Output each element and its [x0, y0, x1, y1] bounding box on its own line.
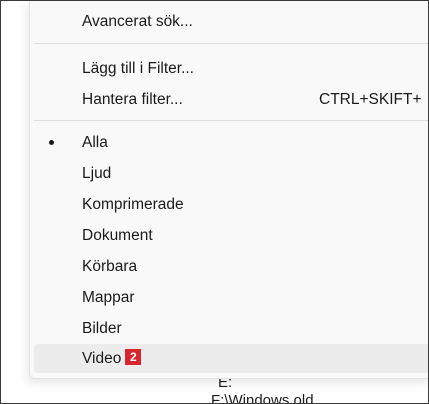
menu-item-label: Hantera filter...: [82, 91, 183, 108]
menu-item-manage-filters[interactable]: Hantera filter... CTRL+SKIFT+: [34, 85, 428, 114]
menu-item-folders[interactable]: Mappar: [34, 283, 428, 312]
menu-item-label: Lägg till i Filter...: [82, 60, 194, 77]
menu-item-pictures[interactable]: Bilder: [34, 314, 428, 343]
menu-item-audio[interactable]: Ljud: [34, 159, 428, 188]
menu-separator: [34, 43, 428, 44]
menu-item-label: Alla: [82, 134, 108, 151]
menu-item-label: Dokument: [82, 227, 153, 244]
menu-item-label: Ljud: [82, 165, 112, 182]
menu-separator: [34, 120, 428, 121]
menu-item-compressed[interactable]: Komprimerade: [34, 190, 428, 219]
menu-item-executables[interactable]: Körbara: [34, 252, 428, 281]
menu-item-label: Bilder: [82, 320, 122, 337]
menu-item-shortcut: CTRL+SKIFT+: [319, 91, 422, 108]
menu-item-label: Körbara: [82, 258, 138, 275]
step-number-badge: 2: [125, 348, 142, 365]
background-windows-old: F:\Windows.old: [211, 392, 314, 404]
menu-item-advanced-search[interactable]: Avancerat sök...: [34, 7, 428, 36]
menu-item-label: Avancerat sök...: [82, 13, 193, 30]
selected-bullet-icon: [49, 140, 54, 145]
menu-item-video[interactable]: Video 2: [34, 344, 428, 373]
menu-item-label: Video: [82, 350, 122, 367]
menu-item-add-to-filter[interactable]: Lägg till i Filter...: [34, 54, 428, 83]
menu-item-label: Komprimerade: [82, 196, 184, 213]
menu-item-documents[interactable]: Dokument: [34, 221, 428, 250]
menu-item-label-wrap: Video 2: [82, 344, 142, 373]
menu-item-label: Mappar: [82, 289, 135, 306]
search-filter-context-menu: Avancerat sök... Lägg till i Filter... H…: [29, 1, 428, 379]
screenshot-frame: E: F:\Windows.old Avancerat sök... Lägg …: [0, 0, 429, 404]
menu-item-all[interactable]: Alla: [34, 128, 428, 157]
